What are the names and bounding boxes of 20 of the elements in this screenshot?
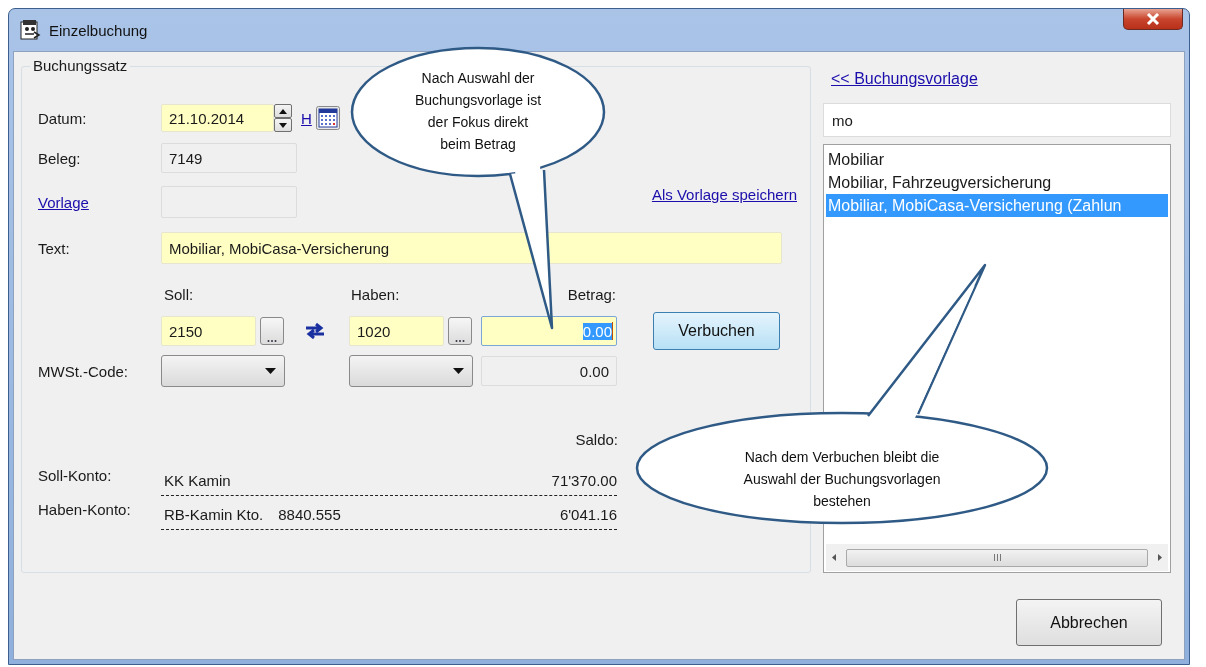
balance-label: Saldo:	[574, 430, 618, 448]
account-name: RB-Kamin Kto.	[164, 506, 264, 523]
tax-amount-field: 0.00	[481, 356, 617, 386]
group-title: Buchungssatz	[30, 57, 131, 74]
callout-tooltip-text: Nach Auswahl der Buchungsvorlage ist der Fokus direkt beim Betrag	[413, 69, 543, 154]
account-number: 8840.555	[278, 506, 341, 523]
field-label: Datum:	[38, 109, 88, 127]
account-label: Soll-Konto:	[38, 466, 113, 484]
account-label: Haben-Konto:	[38, 500, 132, 518]
field-label: Betrag:	[567, 285, 616, 303]
field-label: Soll:	[164, 285, 195, 303]
account-balance: 6'041.16	[559, 506, 617, 523]
account-name: KK Kamin	[164, 472, 231, 489]
field-label: Haben:	[351, 285, 401, 303]
field-label: Text:	[38, 239, 71, 257]
field-label: MWSt.-Code:	[38, 362, 129, 380]
document-number-field: 7149	[161, 143, 297, 173]
account-balance: 71'370.00	[551, 472, 617, 489]
field-label: Beleg:	[38, 149, 82, 167]
window-title: Einzelbuchung	[49, 21, 148, 39]
